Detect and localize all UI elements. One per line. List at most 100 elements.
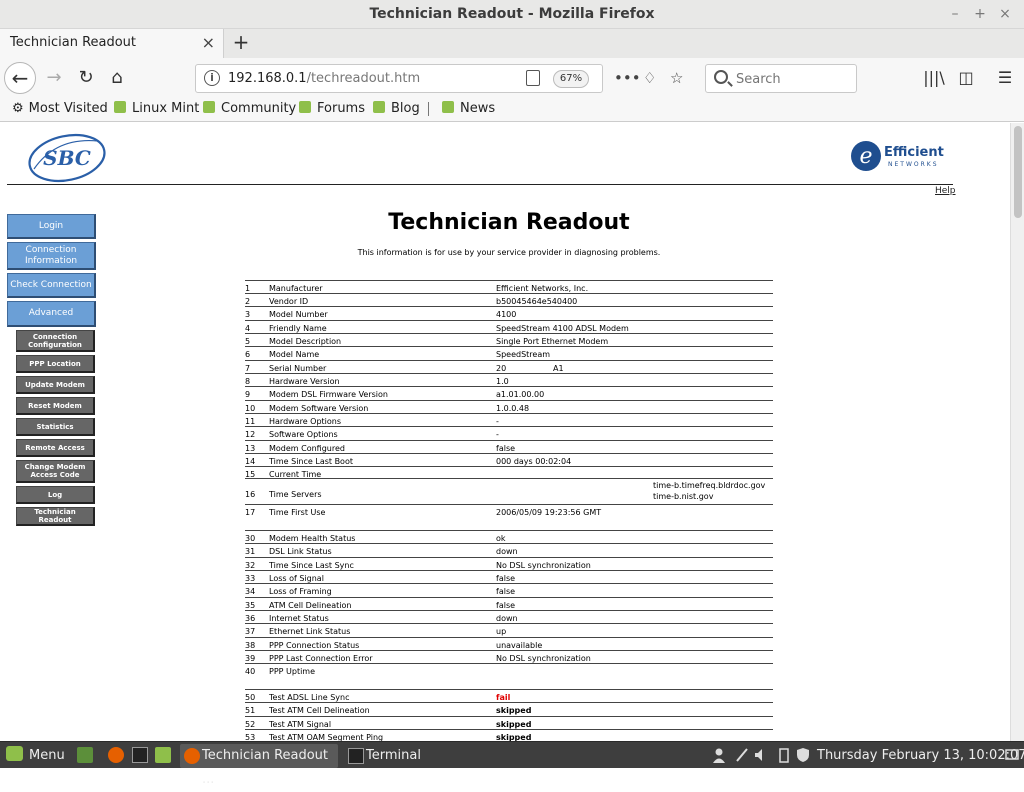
taskbar-window-terminal[interactable]: Terminal — [344, 744, 494, 768]
subnav-statistics[interactable]: Statistics — [16, 418, 95, 436]
url-host: 192.168.0.1 — [228, 71, 307, 86]
bookmark-most-visited[interactable]: ⚙ Most Visited — [12, 98, 108, 120]
terminal-launcher-icon[interactable] — [132, 747, 148, 763]
hamburger-menu-icon[interactable]: ☰ — [991, 64, 1019, 92]
subnav-remote-access[interactable]: Remote Access — [16, 439, 95, 457]
clock[interactable]: Thursday February 13, 10:02:07 — [817, 742, 1024, 769]
reload-button[interactable]: ↻ — [72, 64, 100, 92]
volume-icon[interactable] — [754, 747, 768, 763]
user-icon[interactable] — [712, 747, 726, 763]
readout-value: 20 — [496, 364, 507, 373]
back-button[interactable]: ← — [4, 62, 36, 94]
subnav-update-modem[interactable]: Update Modem — [16, 376, 95, 394]
readout-value: fail — [496, 693, 511, 702]
network-icon[interactable] — [735, 747, 749, 763]
mint-icon — [299, 101, 311, 113]
nav-advanced-button[interactable]: Advanced — [7, 301, 96, 327]
subnav-reset-modem[interactable]: Reset Modem — [16, 397, 95, 415]
readout-row: 14 Time Since Last Boot 000 days 00:02:04 — [245, 453, 773, 466]
minimize-icon[interactable]: – — [946, 5, 964, 23]
readout-index: 7 — [245, 364, 251, 373]
readout-value: Efficient Networks, Inc. — [496, 284, 589, 293]
readout-index: 37 — [245, 627, 256, 636]
readout-value: b50045464e540400 — [496, 297, 578, 306]
subnav-log[interactable]: Log — [16, 486, 95, 504]
page-actions-menu-icon[interactable]: ••• — [614, 64, 641, 92]
readout-row: 31 DSL Link Status down — [245, 543, 773, 556]
readout-key: Internet Status — [269, 614, 329, 623]
readout-value: Single Port Ethernet Modem — [496, 337, 609, 346]
readout-key: Hardware Version — [269, 377, 340, 386]
mint-icon — [203, 101, 215, 113]
readout-row: 40 PPP Uptime — [245, 663, 773, 676]
library-icon[interactable]: |||\ — [920, 64, 948, 92]
page-title: Technician Readout — [388, 210, 630, 235]
home-button[interactable]: ⌂ — [103, 64, 131, 92]
networks-logo-text: NETWORKS — [888, 161, 939, 168]
firefox-icon — [184, 748, 200, 764]
new-tab-button[interactable]: + — [230, 31, 252, 53]
readout-value: time-b.timefreq.bldrdoc.gov — [653, 481, 766, 490]
zoom-indicator[interactable]: 67% — [553, 70, 589, 88]
nav-check-connection-button[interactable]: Check Connection — [7, 273, 96, 298]
site-info-icon[interactable]: i — [204, 70, 220, 86]
tab-technician-readout[interactable]: Technician Readout × — [0, 29, 224, 58]
forward-button[interactable]: → — [40, 64, 68, 92]
gear-icon: ⚙ — [12, 101, 24, 116]
sbc-logo: SBC — [28, 133, 106, 183]
workspace-icon[interactable] — [1005, 747, 1019, 763]
readout-key: Model Number — [269, 310, 328, 319]
maximize-icon[interactable]: + — [971, 5, 989, 23]
firefox-launcher-icon[interactable] — [108, 747, 124, 763]
battery-icon[interactable] — [777, 747, 791, 763]
taskbar-window-firefox[interactable]: Technician Readout ... — [180, 744, 338, 787]
readout-index: 2 — [245, 297, 251, 306]
nav-login-button[interactable]: Login — [7, 214, 96, 239]
search-input[interactable] — [736, 69, 851, 89]
start-menu-button[interactable]: Menu — [6, 742, 65, 769]
readout-row: 32 Time Since Last Sync No DSL synchroniza… — [245, 557, 773, 570]
files-launcher-icon[interactable] — [155, 747, 171, 763]
search-bar[interactable] — [705, 64, 857, 93]
close-window-icon[interactable]: × — [996, 5, 1014, 23]
pocket-icon[interactable]: ♢ — [643, 64, 656, 92]
readout-value: - — [496, 417, 499, 426]
readout-value: up — [496, 627, 507, 636]
page-scrollbar[interactable] — [1010, 123, 1024, 741]
shield-icon[interactable] — [796, 747, 810, 763]
tab-bar: Technician Readout × + — [0, 29, 1024, 58]
nav-toolbar: ← → ↻ ⌂ i 192.168.0.1/techreadout.htm 67… — [0, 58, 1024, 98]
sidebar-toggle-icon[interactable]: ◫ — [952, 64, 980, 92]
reader-view-icon[interactable] — [526, 70, 540, 86]
subnav-ppp-location[interactable]: PPP Location — [16, 355, 95, 373]
readout-row: 1 Manufacturer Efficient Networks, Inc. — [245, 280, 773, 293]
readout-index: 36 — [245, 614, 256, 623]
readout-index: 32 — [245, 561, 256, 570]
readout-value: unavailable — [496, 641, 543, 650]
bookmark-linux-mint[interactable]: Linux Mint — [114, 98, 199, 120]
url-bar[interactable]: i 192.168.0.1/techreadout.htm 67% — [195, 64, 603, 93]
subnav-change-modem-access-code[interactable]: Change Modem Access Code — [16, 460, 95, 483]
bookmark-community[interactable]: Community — [203, 98, 296, 120]
readout-index: 40 — [245, 667, 256, 676]
bookmark-forums[interactable]: Forums — [299, 98, 365, 120]
readout-row: 6 Model Name SpeedStream — [245, 346, 773, 359]
close-tab-icon[interactable]: × — [202, 34, 215, 52]
readout-index: 53 — [245, 733, 256, 741]
scrollbar-thumb[interactable] — [1014, 126, 1022, 218]
nav-connection-information-button[interactable]: Connection Information — [7, 242, 96, 270]
readout-value: ok — [496, 534, 506, 543]
mint-icon — [114, 101, 126, 113]
bookmark-star-icon[interactable]: ☆ — [670, 64, 683, 92]
readout-value: SpeedStream 4100 ADSL Modem — [496, 324, 629, 333]
efficient-logo-text: Efficient — [884, 145, 944, 160]
show-desktop-icon[interactable] — [77, 747, 93, 763]
subnav-technician-readout[interactable]: Technician Readout — [16, 507, 95, 526]
readout-key: Modem Software Version — [269, 404, 369, 413]
help-link[interactable]: Help — [935, 186, 956, 196]
bookmark-news[interactable]: News — [442, 98, 495, 120]
subnav-connection-configuration[interactable]: Connection Configuration — [16, 330, 95, 352]
readout-key: Modem Configured — [269, 444, 345, 453]
url-text[interactable]: 192.168.0.1/techreadout.htm — [228, 65, 420, 92]
bookmark-blog[interactable]: Blog — [373, 98, 420, 120]
